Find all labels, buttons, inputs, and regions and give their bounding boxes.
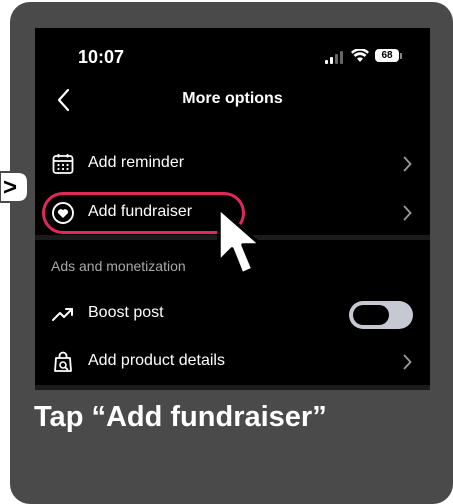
battery-icon: 68 [375, 49, 399, 62]
section-header: Ads and monetization [51, 258, 186, 274]
menu-item-label: Add reminder [88, 154, 185, 171]
status-icons: 68 [325, 49, 402, 64]
battery-tip [400, 53, 402, 59]
menu-item-add-product-details[interactable]: Add product details [35, 342, 430, 382]
cursor-arrow-icon [217, 206, 263, 276]
wifi-icon [351, 49, 369, 62]
pointer-glyph: > [3, 174, 17, 201]
instruction-caption: Tap “Add fundraiser” [34, 401, 327, 433]
shopping-bag-icon [54, 351, 72, 372]
toggle-knob [353, 305, 389, 325]
screen-bottom-divider [35, 385, 430, 390]
menu-item-add-reminder[interactable]: Add reminder [35, 144, 430, 184]
menu-item-label: Add product details [88, 352, 225, 369]
status-time: 10:07 [78, 47, 125, 67]
trending-up-icon [52, 308, 73, 321]
chevron-right-icon [403, 156, 412, 172]
chevron-right-icon [403, 354, 412, 370]
pointer-arrow-icon: > [0, 171, 29, 203]
boost-post-toggle[interactable] [349, 301, 413, 329]
menu-item-label: Boost post [88, 304, 164, 321]
chevron-right-icon [403, 205, 412, 221]
page-title: More options [182, 90, 283, 107]
signal-icon [325, 50, 345, 64]
calendar-icon [52, 154, 74, 174]
